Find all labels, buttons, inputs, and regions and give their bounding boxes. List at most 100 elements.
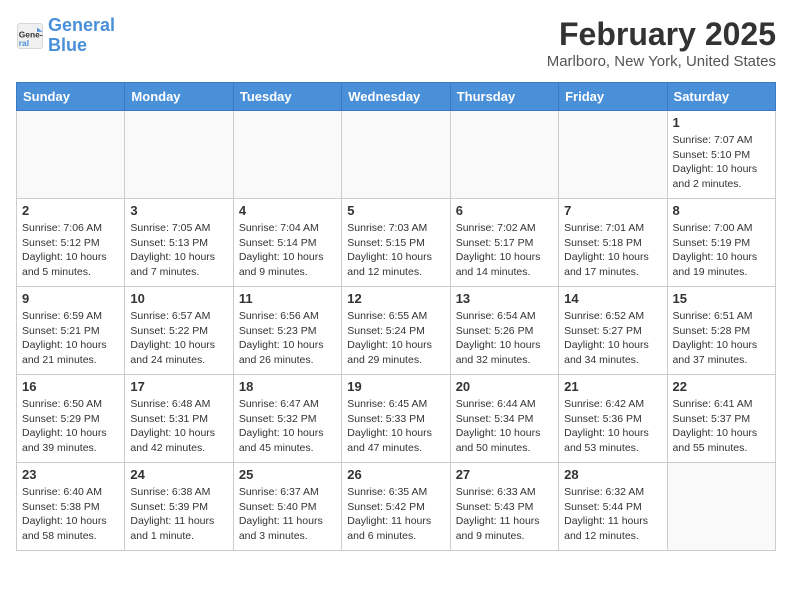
calendar-cell: 8 Sunrise: 7:00 AM Sunset: 5:19 PM Daylig… — [667, 199, 775, 287]
week-row-2: 9Sunrise: 6:59 AM Sunset: 5:21 PM Daylig… — [17, 287, 776, 375]
calendar-cell: 22Sunrise: 6:41 AM Sunset: 5:37 PM Dayli… — [667, 375, 775, 463]
header-thursday: Thursday — [450, 83, 558, 111]
page-header: Gene- ral GeneralBlue February 2025 Marl… — [16, 16, 776, 70]
day-info: Sunrise: 6:48 AM Sunset: 5:31 PM Dayligh… — [130, 397, 227, 456]
calendar-cell: 27 Sunrise: 6:33 AM Sunset: 5:43 PM Dayli… — [450, 463, 558, 551]
day-info: Sunrise: 6:54 AM Sunset: 5:26 PM Dayligh… — [456, 309, 553, 368]
day-number: 13 — [456, 291, 553, 306]
calendar-cell — [17, 111, 125, 199]
title-block: February 2025 Marlboro, New York, United… — [547, 16, 776, 70]
day-info: Sunrise: 6:47 AM Sunset: 5:32 PM Dayligh… — [239, 397, 336, 456]
day-number: 5 — [347, 203, 444, 218]
day-number: 2 — [22, 203, 119, 218]
calendar-cell: 3 Sunrise: 7:05 AM Sunset: 5:13 PM Daylig… — [125, 199, 233, 287]
day-number: 28 — [564, 467, 661, 482]
calendar-cell: 14 Sunrise: 6:52 AM Sunset: 5:27 PM Dayli… — [559, 287, 667, 375]
calendar-cell: 10 Sunrise: 6:57 AM Sunset: 5:22 PM Dayli… — [125, 287, 233, 375]
day-info: Sunrise: 6:35 AM Sunset: 5:42 PM Dayligh… — [347, 485, 444, 544]
calendar-cell: 1Sunrise: 7:07 AM Sunset: 5:10 PM Daylig… — [667, 111, 775, 199]
day-info: Sunrise: 6:57 AM Sunset: 5:22 PM Dayligh… — [130, 309, 227, 368]
calendar-cell: 6 Sunrise: 7:02 AM Sunset: 5:17 PM Daylig… — [450, 199, 558, 287]
week-row-1: 2 Sunrise: 7:06 AM Sunset: 5:12 PM Daylig… — [17, 199, 776, 287]
calendar-cell: 20 Sunrise: 6:44 AM Sunset: 5:34 PM Dayli… — [450, 375, 558, 463]
day-info: Sunrise: 7:03 AM Sunset: 5:15 PM Dayligh… — [347, 221, 444, 280]
day-number: 15 — [673, 291, 770, 306]
day-number: 23 — [22, 467, 119, 482]
calendar-cell: 2 Sunrise: 7:06 AM Sunset: 5:12 PM Daylig… — [17, 199, 125, 287]
calendar-cell: 19 Sunrise: 6:45 AM Sunset: 5:33 PM Dayli… — [342, 375, 450, 463]
day-number: 8 — [673, 203, 770, 218]
calendar-cell: 15 Sunrise: 6:51 AM Sunset: 5:28 PM Dayli… — [667, 287, 775, 375]
day-info: Sunrise: 6:32 AM Sunset: 5:44 PM Dayligh… — [564, 485, 661, 544]
day-number: 24 — [130, 467, 227, 482]
calendar-cell — [233, 111, 341, 199]
calendar-cell — [450, 111, 558, 199]
day-info: Sunrise: 6:59 AM Sunset: 5:21 PM Dayligh… — [22, 309, 119, 368]
week-row-0: 1Sunrise: 7:07 AM Sunset: 5:10 PM Daylig… — [17, 111, 776, 199]
calendar-cell: 23 Sunrise: 6:40 AM Sunset: 5:38 PM Dayli… — [17, 463, 125, 551]
day-info: Sunrise: 6:40 AM Sunset: 5:38 PM Dayligh… — [22, 485, 119, 544]
day-number: 26 — [347, 467, 444, 482]
day-info: Sunrise: 6:38 AM Sunset: 5:39 PM Dayligh… — [130, 485, 227, 544]
header-sunday: Sunday — [17, 83, 125, 111]
day-info: Sunrise: 7:00 AM Sunset: 5:19 PM Dayligh… — [673, 221, 770, 280]
day-info: Sunrise: 7:02 AM Sunset: 5:17 PM Dayligh… — [456, 221, 553, 280]
calendar-cell: 25Sunrise: 6:37 AM Sunset: 5:40 PM Dayli… — [233, 463, 341, 551]
day-number: 6 — [456, 203, 553, 218]
svg-text:ral: ral — [19, 38, 29, 48]
day-number: 20 — [456, 379, 553, 394]
day-info: Sunrise: 6:51 AM Sunset: 5:28 PM Dayligh… — [673, 309, 770, 368]
logo: Gene- ral GeneralBlue — [16, 16, 115, 56]
day-number: 18 — [239, 379, 336, 394]
calendar-cell: 17 Sunrise: 6:48 AM Sunset: 5:31 PM Dayli… — [125, 375, 233, 463]
calendar-cell: 9Sunrise: 6:59 AM Sunset: 5:21 PM Daylig… — [17, 287, 125, 375]
calendar-cell: 16Sunrise: 6:50 AM Sunset: 5:29 PM Dayli… — [17, 375, 125, 463]
header-monday: Monday — [125, 83, 233, 111]
header-wednesday: Wednesday — [342, 83, 450, 111]
day-number: 3 — [130, 203, 227, 218]
header-saturday: Saturday — [667, 83, 775, 111]
day-number: 10 — [130, 291, 227, 306]
calendar-header-row: Sunday Monday Tuesday Wednesday Thursday… — [17, 83, 776, 111]
day-info: Sunrise: 6:42 AM Sunset: 5:36 PM Dayligh… — [564, 397, 661, 456]
day-number: 17 — [130, 379, 227, 394]
calendar-cell: 12Sunrise: 6:55 AM Sunset: 5:24 PM Dayli… — [342, 287, 450, 375]
day-info: Sunrise: 6:45 AM Sunset: 5:33 PM Dayligh… — [347, 397, 444, 456]
calendar-cell: 18 Sunrise: 6:47 AM Sunset: 5:32 PM Dayli… — [233, 375, 341, 463]
location: Marlboro, New York, United States — [547, 53, 776, 70]
day-info: Sunrise: 7:04 AM Sunset: 5:14 PM Dayligh… — [239, 221, 336, 280]
day-number: 25 — [239, 467, 336, 482]
calendar-cell — [125, 111, 233, 199]
calendar-cell: 4Sunrise: 7:04 AM Sunset: 5:14 PM Daylig… — [233, 199, 341, 287]
day-number: 12 — [347, 291, 444, 306]
day-info: Sunrise: 7:06 AM Sunset: 5:12 PM Dayligh… — [22, 221, 119, 280]
day-info: Sunrise: 6:52 AM Sunset: 5:27 PM Dayligh… — [564, 309, 661, 368]
month-title: February 2025 — [547, 16, 776, 53]
calendar-cell: 5 Sunrise: 7:03 AM Sunset: 5:15 PM Daylig… — [342, 199, 450, 287]
logo-text: GeneralBlue — [48, 16, 115, 56]
calendar-cell: 28 Sunrise: 6:32 AM Sunset: 5:44 PM Dayli… — [559, 463, 667, 551]
day-info: Sunrise: 6:56 AM Sunset: 5:23 PM Dayligh… — [239, 309, 336, 368]
day-number: 7 — [564, 203, 661, 218]
day-number: 16 — [22, 379, 119, 394]
logo-icon: Gene- ral — [16, 22, 44, 50]
calendar-cell: 21 Sunrise: 6:42 AM Sunset: 5:36 PM Dayli… — [559, 375, 667, 463]
day-number: 14 — [564, 291, 661, 306]
day-number: 19 — [347, 379, 444, 394]
day-info: Sunrise: 7:01 AM Sunset: 5:18 PM Dayligh… — [564, 221, 661, 280]
calendar-cell: 24 Sunrise: 6:38 AM Sunset: 5:39 PM Dayli… — [125, 463, 233, 551]
week-row-4: 23 Sunrise: 6:40 AM Sunset: 5:38 PM Dayli… — [17, 463, 776, 551]
header-friday: Friday — [559, 83, 667, 111]
day-number: 27 — [456, 467, 553, 482]
calendar-cell: 11 Sunrise: 6:56 AM Sunset: 5:23 PM Dayli… — [233, 287, 341, 375]
day-info: Sunrise: 6:44 AM Sunset: 5:34 PM Dayligh… — [456, 397, 553, 456]
day-info: Sunrise: 6:33 AM Sunset: 5:43 PM Dayligh… — [456, 485, 553, 544]
calendar-cell — [559, 111, 667, 199]
day-number: 11 — [239, 291, 336, 306]
calendar-cell: 13 Sunrise: 6:54 AM Sunset: 5:26 PM Dayli… — [450, 287, 558, 375]
calendar-cell — [342, 111, 450, 199]
day-number: 21 — [564, 379, 661, 394]
day-info: Sunrise: 7:05 AM Sunset: 5:13 PM Dayligh… — [130, 221, 227, 280]
header-tuesday: Tuesday — [233, 83, 341, 111]
calendar-cell — [667, 463, 775, 551]
